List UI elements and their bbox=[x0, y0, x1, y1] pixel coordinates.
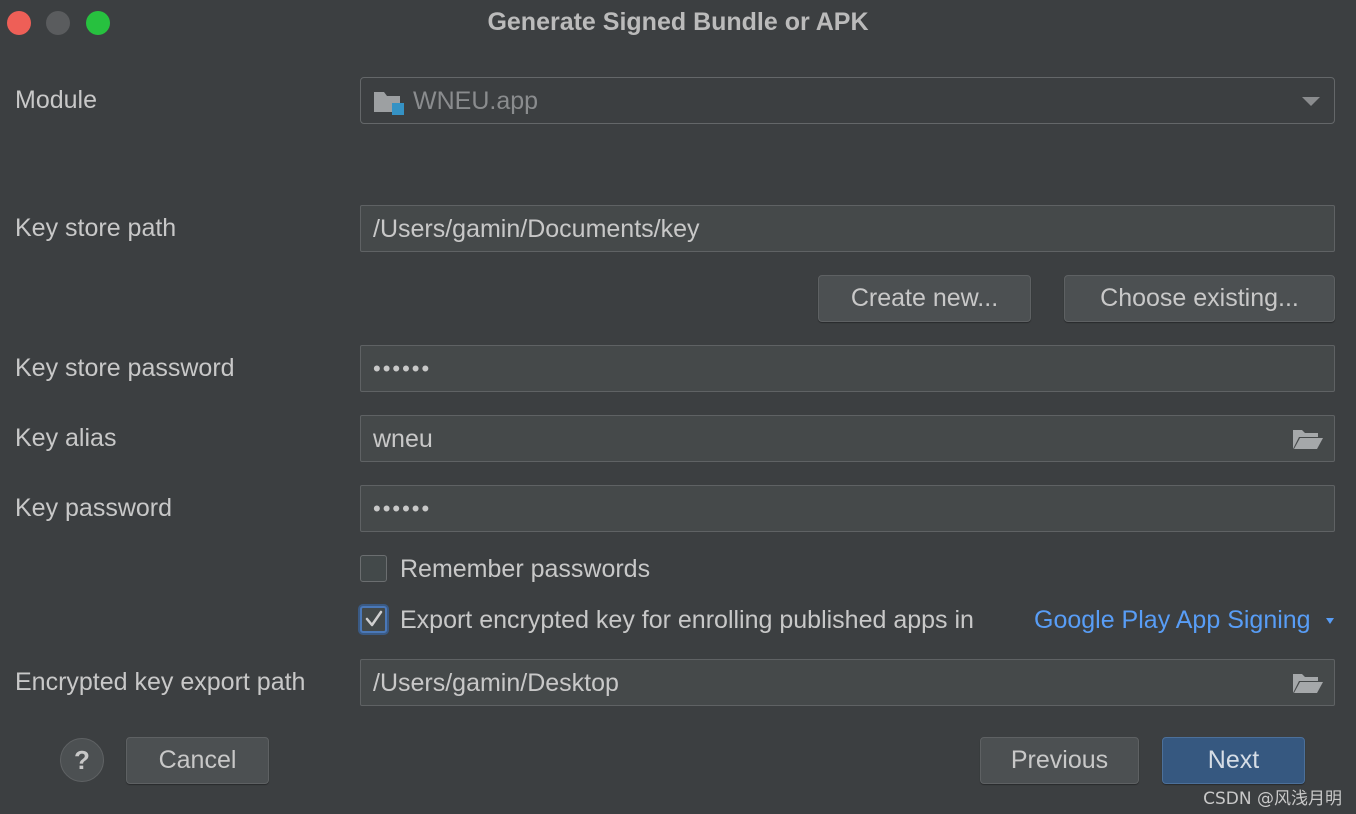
key-store-path-label: Key store path bbox=[15, 214, 177, 242]
link-arrow-icon bbox=[1326, 618, 1334, 624]
key-store-password-label: Key store password bbox=[15, 354, 235, 382]
key-store-path-field[interactable]: /Users/gamin/Documents/key bbox=[360, 205, 1335, 252]
previous-button[interactable]: Previous bbox=[980, 737, 1139, 784]
watermark-text: CSDN @风浅月明 bbox=[1203, 789, 1342, 809]
export-encrypted-key-checkbox[interactable] bbox=[360, 606, 387, 633]
folder-open-icon[interactable] bbox=[1292, 671, 1324, 695]
encrypted-key-export-path-value: /Users/gamin/Desktop bbox=[373, 669, 619, 697]
module-combobox[interactable]: WNEU.app bbox=[360, 77, 1335, 124]
key-store-password-field[interactable]: •••••• bbox=[360, 345, 1335, 392]
chevron-down-icon[interactable] bbox=[1302, 97, 1320, 106]
create-new-button[interactable]: Create new... bbox=[818, 275, 1031, 322]
key-password-label: Key password bbox=[15, 494, 173, 522]
folder-open-icon[interactable] bbox=[1292, 427, 1324, 451]
remember-passwords-label[interactable]: Remember passwords bbox=[400, 555, 650, 584]
cancel-button[interactable]: Cancel bbox=[126, 737, 269, 784]
module-label: Module bbox=[15, 86, 97, 114]
module-folder-icon bbox=[374, 92, 404, 115]
key-alias-value: wneu bbox=[373, 425, 433, 453]
key-password-field[interactable]: •••••• bbox=[360, 485, 1335, 532]
key-password-value: •••••• bbox=[373, 496, 432, 521]
choose-existing-button[interactable]: Choose existing... bbox=[1064, 275, 1335, 322]
key-store-password-value: •••••• bbox=[373, 356, 432, 381]
key-store-path-value: /Users/gamin/Documents/key bbox=[373, 215, 700, 243]
remember-passwords-checkbox[interactable] bbox=[360, 555, 387, 582]
window-title: Generate Signed Bundle or APK bbox=[487, 8, 869, 36]
help-button[interactable]: ? bbox=[60, 738, 104, 782]
next-button[interactable]: Next bbox=[1162, 737, 1305, 784]
export-encrypted-key-label[interactable]: Export encrypted key for enrolling publi… bbox=[400, 606, 974, 635]
key-alias-label: Key alias bbox=[15, 424, 117, 452]
window-titlebar: Generate Signed Bundle or APK bbox=[0, 0, 1356, 48]
module-value: WNEU.app bbox=[413, 87, 539, 115]
key-alias-field[interactable]: wneu bbox=[360, 415, 1335, 462]
checkmark-icon bbox=[365, 610, 383, 627]
google-play-app-signing-link[interactable]: Google Play App Signing bbox=[1034, 606, 1311, 635]
encrypted-key-export-path-field[interactable]: /Users/gamin/Desktop bbox=[360, 659, 1335, 706]
encrypted-key-export-path-label: Encrypted key export path bbox=[15, 668, 306, 696]
